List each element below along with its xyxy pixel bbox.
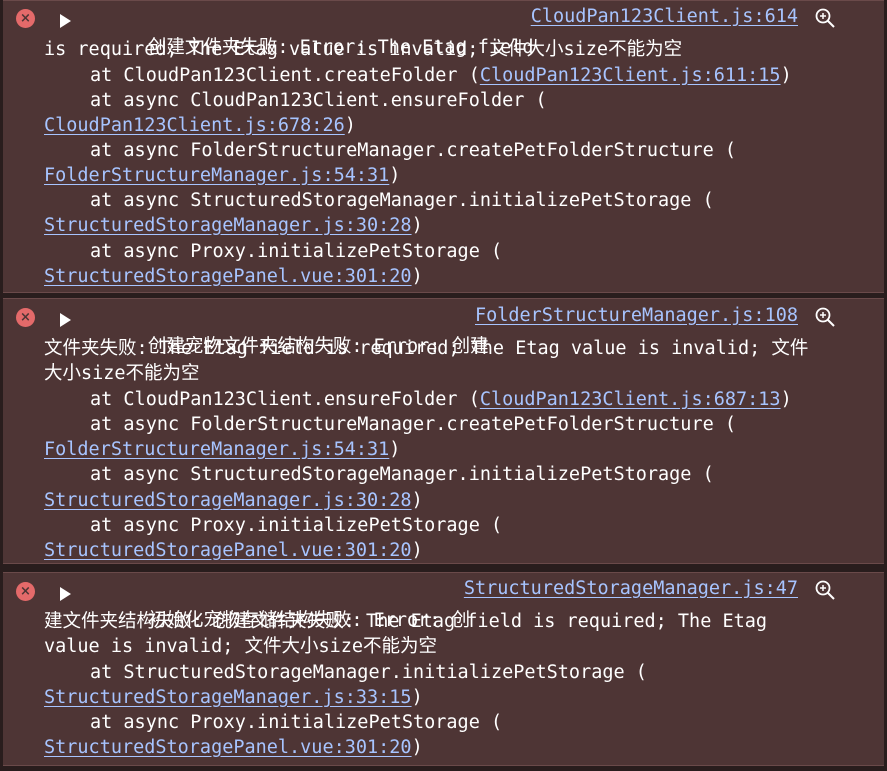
stack-frame-link-line: StructuredStoragePanel.vue:301:20) [44, 540, 423, 561]
stack-frame-link-line: FolderStructureManager.js:54:31) [44, 165, 401, 186]
stack-frame-link-line: StructuredStoragePanel.vue:301:20) [44, 266, 423, 287]
expand-triangle-icon[interactable] [60, 14, 71, 28]
magnifier-plus-icon[interactable] [814, 306, 836, 328]
message-continuation: 文件夹失败: The Etag field is required; The E… [44, 338, 809, 359]
stack-frame: at async StructuredStorageManager.initia… [90, 190, 714, 211]
error-icon: × [16, 582, 35, 601]
stack-frame: at CloudPan123Client.createFolder (Cloud… [90, 65, 792, 86]
stack-frame: at async FolderStructureManager.createPe… [90, 140, 737, 161]
stack-frame-link-line: StructuredStoragePanel.vue:301:20) [44, 737, 423, 758]
stack-frame-link[interactable]: CloudPan123Client.js:687:13 [480, 389, 781, 410]
source-location-link[interactable]: FolderStructureManager.js:108 [475, 303, 798, 328]
console-error-entry[interactable]: × 创建文件夹失败: Error: The Etag field CloudPa… [3, 0, 884, 293]
console-error-entry[interactable]: × 创建宠物文件夹结构失败: Error: 创建 FolderStructure… [3, 298, 884, 564]
expand-triangle-icon[interactable] [60, 587, 71, 601]
stack-frame-link[interactable]: StructuredStoragePanel.vue:301:20 [44, 540, 412, 561]
error-message-header: 创建宠物文件夹结构失败: Error: 创建 [81, 309, 489, 357]
stack-frame-link-line: CloudPan123Client.js:678:26) [44, 115, 356, 136]
stack-frame: at CloudPan123Client.ensureFolder (Cloud… [90, 389, 792, 410]
stack-frame-link[interactable]: StructuredStoragePanel.vue:301:20 [44, 737, 412, 758]
magnifier-plus-icon[interactable] [814, 579, 836, 601]
console-error-entry[interactable]: × 初始化宠物存储结构失败: Error: 创 StructuredStorag… [3, 572, 884, 766]
stack-frame: at async FolderStructureManager.createPe… [90, 414, 737, 435]
message-continuation: is required; The Etag value is invalid; … [44, 39, 683, 60]
stack-frame-link[interactable]: StructuredStoragePanel.vue:301:20 [44, 266, 412, 287]
stack-frame-link[interactable]: CloudPan123Client.js:678:26 [44, 115, 345, 136]
stack-frame-link[interactable]: FolderStructureManager.js:54:31 [44, 439, 389, 460]
error-message-header: 创建文件夹失败: Error: The Etag field [81, 10, 534, 58]
stack-frame: at async Proxy.initializePetStorage ( [90, 241, 503, 262]
stack-frame-link-line: StructuredStorageManager.js:30:28) [44, 490, 423, 511]
devtools-console: × 创建文件夹失败: Error: The Etag field CloudPa… [0, 0, 887, 771]
message-continuation: 大小size不能为空 [44, 363, 200, 384]
stack-frame: at StructuredStorageManager.initializePe… [90, 662, 647, 683]
magnifier-plus-icon[interactable] [814, 7, 836, 29]
message-continuation: 建文件夹结构失败: 创建文件夹失败: The Etag field is req… [44, 611, 768, 632]
source-location-link[interactable]: CloudPan123Client.js:614 [531, 4, 798, 29]
stack-frame-link-line: StructuredStorageManager.js:33:15) [44, 687, 423, 708]
error-icon: × [16, 308, 35, 327]
stack-frame-link-line: FolderStructureManager.js:54:31) [44, 439, 401, 460]
stack-frame: at async CloudPan123Client.ensureFolder … [90, 90, 547, 111]
source-location-link[interactable]: StructuredStorageManager.js:47 [464, 576, 798, 601]
expand-triangle-icon[interactable] [60, 313, 71, 327]
message-continuation: value is invalid; 文件大小size不能为空 [44, 636, 438, 657]
stack-frame: at async Proxy.initializePetStorage ( [90, 712, 503, 733]
stack-frame-link[interactable]: FolderStructureManager.js:54:31 [44, 165, 389, 186]
stack-frame-link[interactable]: CloudPan123Client.js:611:15 [480, 65, 781, 86]
error-message-header: 初始化宠物存储结构失败: Error: 创 [81, 583, 470, 631]
stack-frame-link-line: StructuredStorageManager.js:30:28) [44, 215, 423, 236]
stack-frame-link[interactable]: StructuredStorageManager.js:33:15 [44, 687, 412, 708]
stack-frame: at async Proxy.initializePetStorage ( [90, 515, 503, 536]
stack-frame-link[interactable]: StructuredStorageManager.js:30:28 [44, 215, 412, 236]
error-icon: × [16, 9, 35, 28]
stack-frame: at async StructuredStorageManager.initia… [90, 464, 714, 485]
stack-frame-link[interactable]: StructuredStorageManager.js:30:28 [44, 490, 412, 511]
